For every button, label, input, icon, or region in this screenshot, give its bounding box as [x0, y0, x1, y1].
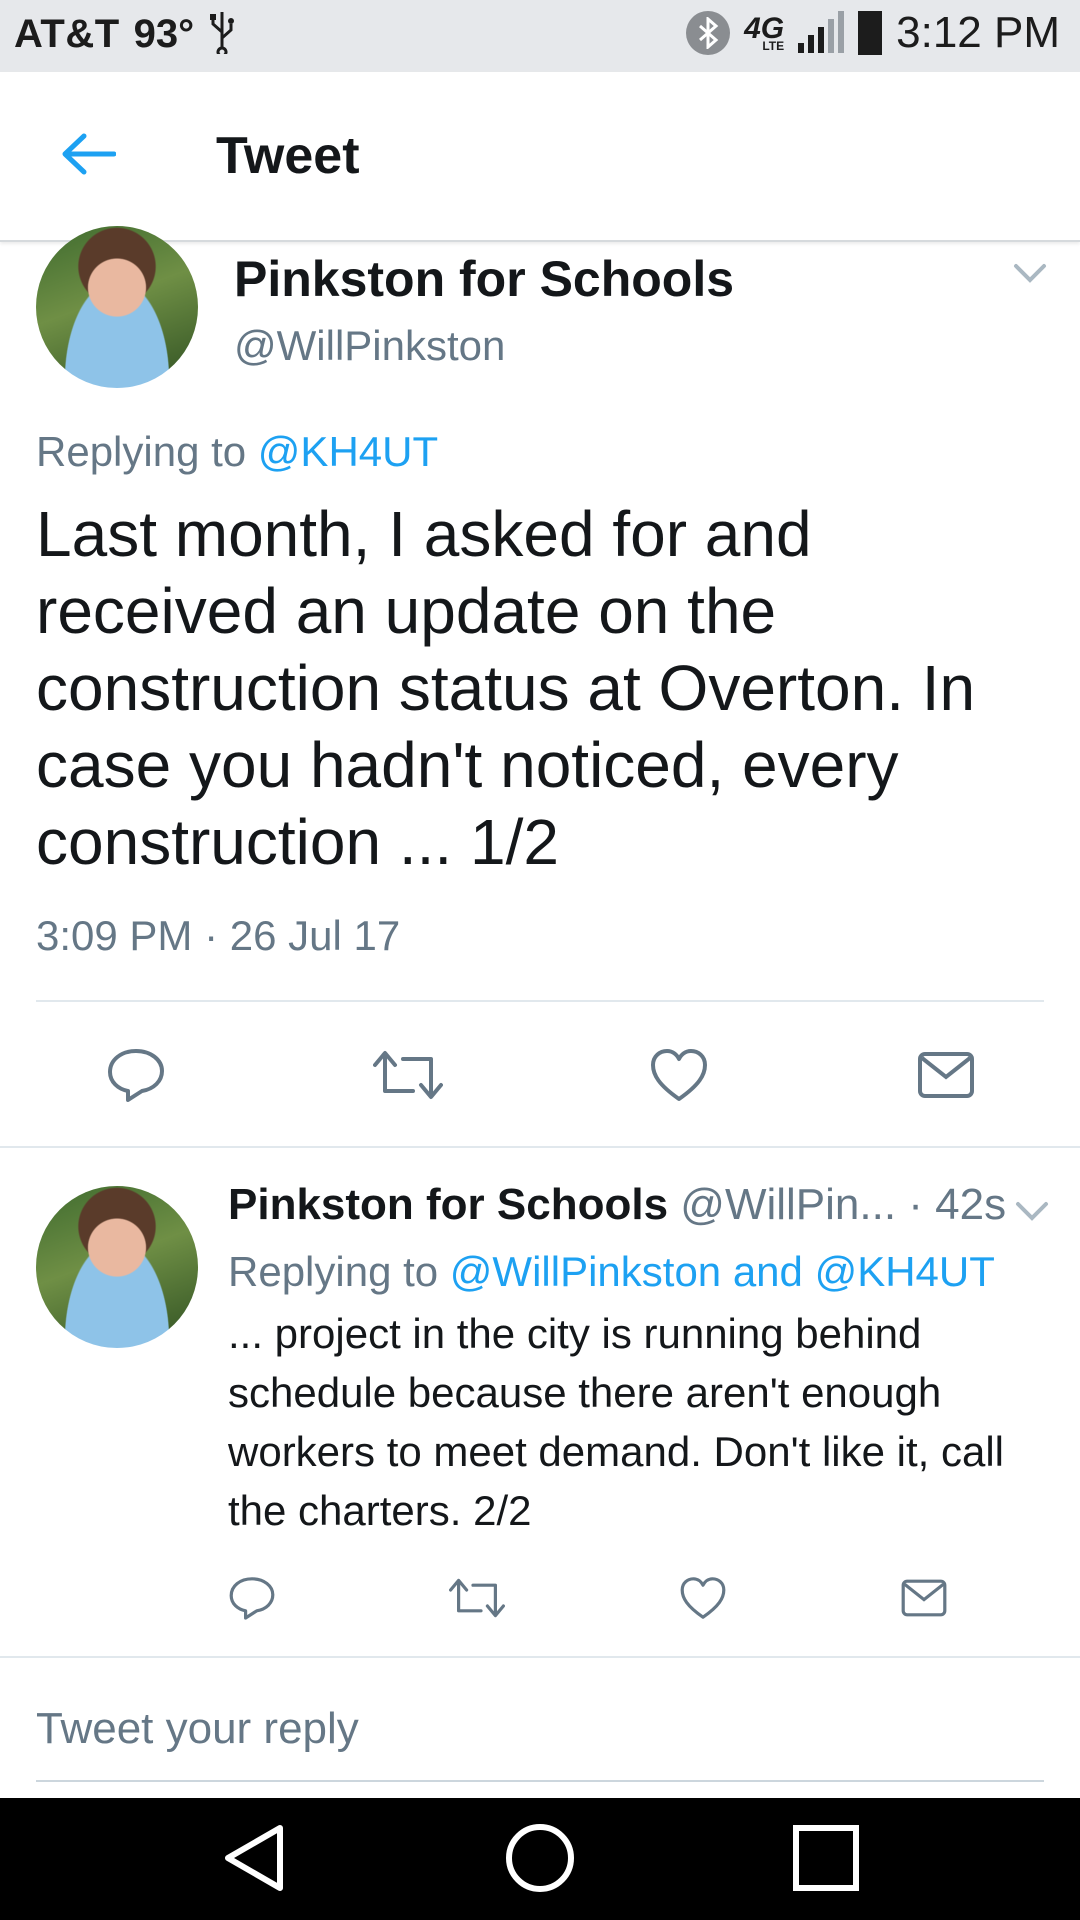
carrier-label: AT&T: [14, 12, 120, 56]
nav-recents-button[interactable]: [786, 1818, 866, 1898]
reply-tweet-header: Pinkston for Schools @WillPin... · 42s: [228, 1180, 1006, 1230]
back-button[interactable]: [56, 122, 120, 186]
replying-prefix: Replying to: [228, 1248, 439, 1295]
avatar[interactable]: [36, 226, 198, 388]
dm-icon[interactable]: [900, 1577, 948, 1619]
bluetooth-icon: [686, 11, 731, 55]
triangle-back-icon: [225, 1825, 283, 1891]
arrow-left-icon: [62, 133, 116, 175]
avatar[interactable]: [36, 1186, 198, 1348]
reply-icon[interactable]: [106, 1047, 166, 1103]
replying-to: Replying to @WillPinkston and @KH4UT: [228, 1248, 995, 1296]
retweet-icon[interactable]: [372, 1047, 443, 1103]
system-nav-bar: [0, 1798, 1080, 1920]
mention-link[interactable]: @WillPinkston and @KH4UT: [450, 1248, 995, 1295]
tweet-text: ... project in the city is running behin…: [228, 1310, 1004, 1534]
status-bar: AT&T 93° 4G LTE 3:12 PM: [0, 0, 1080, 72]
temperature-label: 93°: [133, 12, 195, 56]
clock-label: 3:12 PM: [896, 8, 1060, 57]
author-name[interactable]: Pinkston for Schools: [228, 1180, 668, 1229]
replying-prefix: Replying to: [36, 428, 247, 475]
retweet-icon[interactable]: [449, 1575, 506, 1621]
like-icon[interactable]: [679, 1575, 727, 1621]
page-title: Tweet: [216, 127, 360, 185]
divider: [36, 1000, 1044, 1002]
divider: [0, 1146, 1080, 1148]
tweet-timestamp: 3:09 PM · 26 Jul 17: [36, 912, 401, 959]
author-name[interactable]: Pinkston for Schools: [234, 250, 734, 308]
reply-input[interactable]: Tweet your reply: [36, 1704, 359, 1754]
battery-icon: [858, 11, 883, 55]
mention-link[interactable]: @KH4UT: [258, 428, 438, 475]
divider: [36, 1780, 1044, 1782]
divider: [0, 1656, 1080, 1658]
nav-back-button[interactable]: [214, 1818, 294, 1898]
signal-strength-icon: [798, 11, 845, 53]
nav-home-button[interactable]: [500, 1818, 580, 1898]
tweet-text: Last month, I asked for and received an …: [36, 498, 976, 878]
network-type-icon: 4G LTE: [744, 12, 785, 53]
author-handle[interactable]: @WillPinkston: [234, 322, 505, 370]
like-icon[interactable]: [649, 1047, 709, 1103]
top-app-bar: Tweet: [0, 72, 1080, 242]
chevron-down-icon[interactable]: [1010, 258, 1050, 288]
tweet-actions: [106, 1040, 976, 1110]
tweet-actions: [228, 1570, 948, 1626]
chevron-down-icon[interactable]: [1012, 1196, 1052, 1226]
dm-icon[interactable]: [916, 1050, 976, 1100]
usb-icon: [208, 10, 236, 59]
circle-home-icon: [506, 1824, 574, 1892]
replying-to: Replying to @KH4UT: [36, 428, 438, 476]
reply-icon[interactable]: [228, 1575, 276, 1621]
square-recents-icon: [793, 1825, 859, 1891]
author-handle-time[interactable]: @WillPin... · 42s: [680, 1180, 1006, 1229]
